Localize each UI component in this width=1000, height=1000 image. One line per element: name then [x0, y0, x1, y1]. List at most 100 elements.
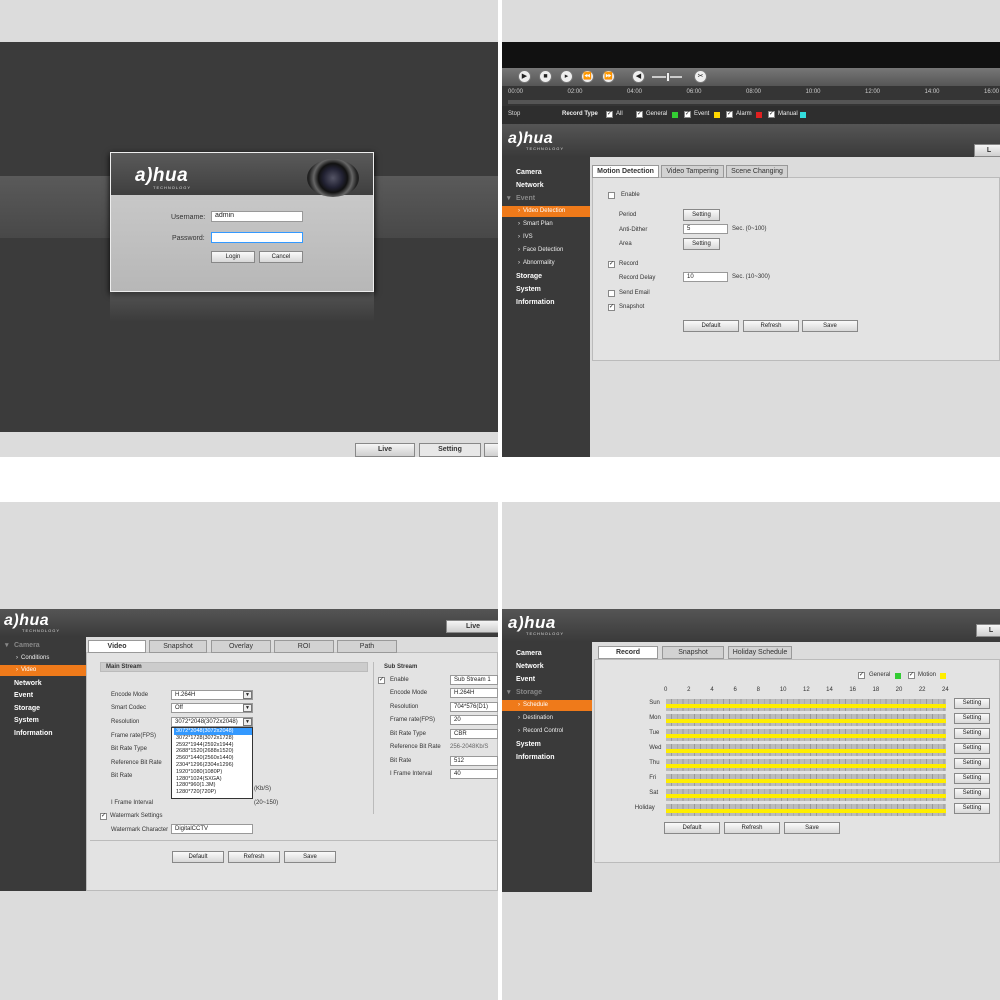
tab-video-tampering[interactable]: Video Tampering: [661, 165, 724, 178]
schedule-motion-bar[interactable]: [666, 794, 946, 798]
sub-encode-select[interactable]: H.264H: [450, 688, 498, 698]
sidebar-item-video[interactable]: › Video: [0, 665, 86, 676]
resolution-option[interactable]: 1920*1080(1080P): [174, 769, 252, 776]
schedule-motion-bar[interactable]: [666, 764, 946, 768]
schedule-motion-bar[interactable]: [666, 749, 946, 753]
password-input[interactable]: [211, 232, 303, 243]
schedule-motion-bar[interactable]: [666, 779, 946, 783]
period-setting-button[interactable]: Setting: [683, 209, 720, 221]
sidebar-item-ivs[interactable]: › IVS: [502, 232, 590, 243]
tab-motion-detection[interactable]: Motion Detection: [592, 165, 659, 178]
watermark-char-input[interactable]: DigitalCCTV: [171, 824, 253, 834]
tab-snapshot[interactable]: Snapshot: [149, 640, 207, 653]
username-input[interactable]: admin: [211, 211, 303, 222]
schedule-setting-button[interactable]: Setting: [954, 713, 990, 724]
volume-handle[interactable]: [666, 72, 670, 82]
sidebar-item-information[interactable]: Information: [502, 297, 590, 308]
fast-icon[interactable]: ⏩: [602, 70, 615, 83]
watermark-checkbox[interactable]: ✓: [100, 813, 107, 820]
sidebar-item-storage[interactable]: Storage: [0, 703, 86, 714]
sidebar-item-storage[interactable]: ▾ Storage: [502, 687, 592, 698]
sub-bit-rate-type-select[interactable]: CBR: [450, 729, 498, 739]
sub-resolution-select[interactable]: 704*576(D1): [450, 702, 498, 712]
record-type-checkbox[interactable]: ✓: [636, 111, 643, 118]
sidebar-item-video-detection[interactable]: › Video Detection: [502, 206, 590, 217]
sidebar-item-record-control[interactable]: › Record Control: [502, 726, 592, 737]
resolution-dropdown[interactable]: 3072*2048(3072x2048) 3072*1728(3072x1728)…: [171, 727, 253, 799]
tab-overlay[interactable]: Overlay: [211, 640, 271, 653]
resolution-option[interactable]: 3072*1728(3072x1728): [174, 735, 252, 742]
tab-roi[interactable]: ROI: [274, 640, 334, 653]
schedule-setting-button[interactable]: Setting: [954, 788, 990, 799]
encode-mode-select[interactable]: H.264H: [171, 690, 253, 700]
save-button[interactable]: Save: [284, 851, 336, 863]
schedule-setting-button[interactable]: Setting: [954, 758, 990, 769]
step-icon[interactable]: ▸: [560, 70, 573, 83]
sub-enable-checkbox[interactable]: ✓: [378, 677, 385, 684]
record-type-checkbox[interactable]: ✓: [768, 111, 775, 118]
schedule-motion-bar[interactable]: [666, 734, 946, 738]
resolution-option[interactable]: 2592*1944(2592x1944): [174, 742, 252, 749]
slow-icon[interactable]: ⏪: [581, 70, 594, 83]
enable-checkbox[interactable]: [608, 192, 615, 199]
resolution-option[interactable]: 1280*960(1.3M): [174, 782, 252, 789]
sub-frame-rate-select[interactable]: 20: [450, 715, 498, 725]
sidebar-item-system[interactable]: System: [502, 284, 590, 295]
save-button[interactable]: Save: [802, 320, 858, 332]
sidebar-item-smart-plan[interactable]: › Smart Plan: [502, 219, 590, 230]
sidebar-item-face-detection[interactable]: › Face Detection: [502, 245, 590, 256]
tab-live[interactable]: Live: [446, 620, 498, 633]
sidebar-item-event[interactable]: Event: [502, 674, 592, 685]
resolution-select[interactable]: 3072*2048(3072x2048): [171, 717, 253, 727]
tab-video[interactable]: Video: [88, 640, 146, 653]
chevron-down-icon[interactable]: ▼: [243, 718, 252, 726]
save-button[interactable]: Save: [784, 822, 840, 834]
resolution-option[interactable]: 1280*720(720P): [174, 789, 252, 796]
schedule-setting-button[interactable]: Setting: [954, 743, 990, 754]
refresh-button[interactable]: Refresh: [743, 320, 799, 332]
snapshot-checkbox[interactable]: ✓: [608, 304, 615, 311]
resolution-option[interactable]: 3072*2048(3072x2048): [174, 728, 252, 735]
schedule-motion-bar[interactable]: [666, 809, 946, 813]
default-button[interactable]: Default: [683, 320, 739, 332]
record-type-checkbox[interactable]: ✓: [726, 111, 733, 118]
chevron-down-icon[interactable]: ▼: [243, 691, 252, 699]
play-icon[interactable]: ▶: [518, 70, 531, 83]
timeline[interactable]: 00:00 02:00 04:00 06:00 08:00 10:00 12:00 14:00…: [502, 86, 1000, 106]
tab-snapshot[interactable]: Snapshot: [662, 646, 724, 659]
tab-record[interactable]: Record: [598, 646, 658, 659]
default-button[interactable]: Default: [664, 822, 720, 834]
schedule-motion-bar[interactable]: [666, 719, 946, 723]
schedule-setting-button[interactable]: Setting: [954, 803, 990, 814]
clip-icon[interactable]: ✂: [694, 70, 707, 83]
sidebar-item-network[interactable]: Network: [502, 180, 590, 191]
schedule-motion-bar[interactable]: [666, 704, 946, 708]
resolution-option[interactable]: 2304*1296(2304x1296): [174, 762, 252, 769]
sidebar-item-camera[interactable]: Camera: [502, 648, 592, 659]
timeline-bar[interactable]: [508, 100, 1000, 104]
tab-setting[interactable]: Setting: [419, 443, 481, 457]
schedule-setting-button[interactable]: Setting: [954, 773, 990, 784]
stop-icon[interactable]: ■: [539, 70, 552, 83]
default-button[interactable]: Default: [172, 851, 224, 863]
tab-live[interactable]: L: [976, 624, 1000, 637]
cancel-button[interactable]: Cancel: [259, 251, 303, 263]
schedule-setting-button[interactable]: Setting: [954, 728, 990, 739]
sub-iframe-input[interactable]: 40: [450, 769, 498, 779]
resolution-option[interactable]: 1280*1024(SXGA): [174, 776, 252, 783]
general-checkbox[interactable]: ✓: [858, 672, 865, 679]
sidebar-item-destination[interactable]: › Destination: [502, 713, 592, 724]
tab-live[interactable]: L: [974, 144, 1000, 157]
schedule-setting-button[interactable]: Setting: [954, 698, 990, 709]
tab-path[interactable]: Path: [337, 640, 397, 653]
refresh-button[interactable]: Refresh: [228, 851, 280, 863]
record-type-checkbox[interactable]: ✓: [684, 111, 691, 118]
sidebar-item-information[interactable]: Information: [0, 728, 86, 739]
volume-icon[interactable]: ◀: [632, 70, 645, 83]
area-setting-button[interactable]: Setting: [683, 238, 720, 250]
sub-stream-select[interactable]: Sub Stream 1: [450, 675, 498, 685]
sidebar-item-conditions[interactable]: › Conditions: [0, 653, 86, 664]
sidebar-item-network[interactable]: Network: [502, 661, 592, 672]
sidebar-item-event[interactable]: Event: [0, 690, 86, 701]
sidebar-item-system[interactable]: System: [502, 739, 592, 750]
